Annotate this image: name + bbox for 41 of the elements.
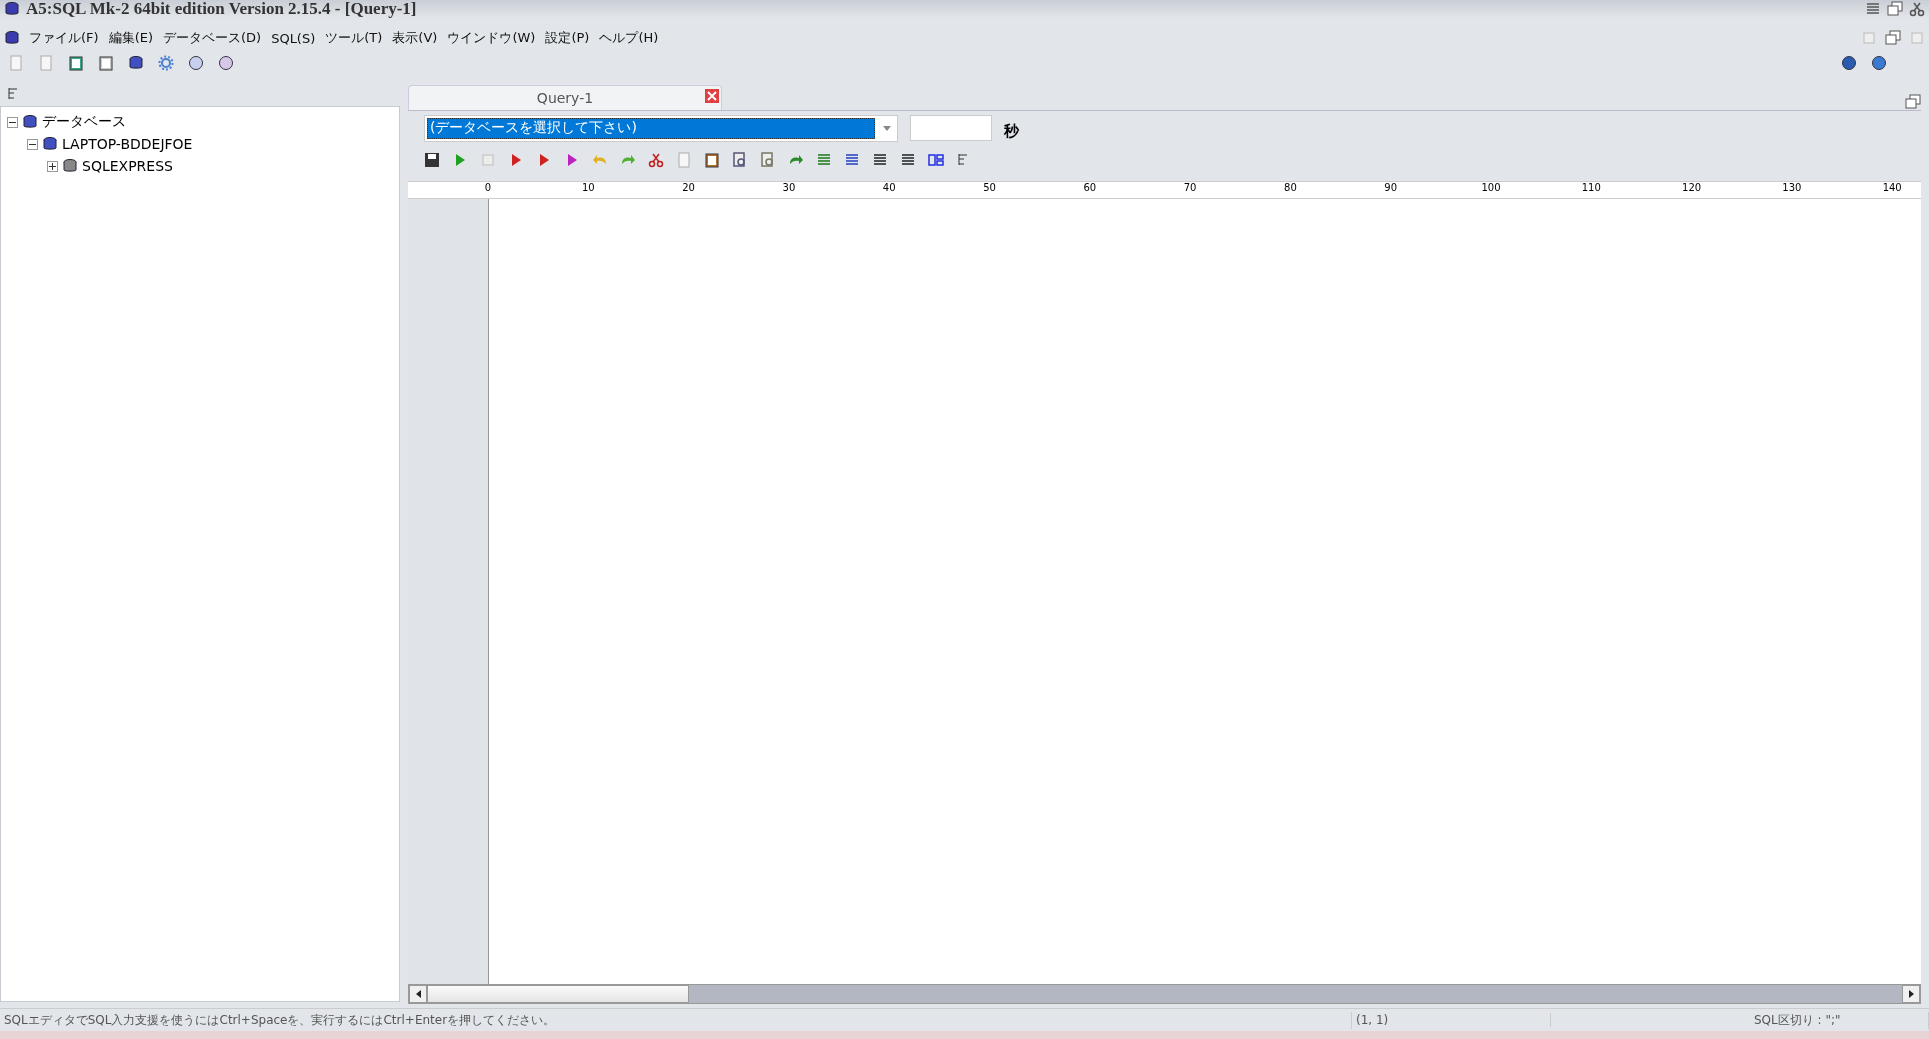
database-select[interactable]: (データベースを選択して下さい) bbox=[424, 114, 898, 142]
windows-icon[interactable] bbox=[1905, 94, 1921, 110]
seconds-label: 秒 bbox=[1004, 121, 1019, 141]
timeout-field[interactable] bbox=[910, 115, 992, 141]
menu-item[interactable]: ツール(T) bbox=[324, 29, 384, 47]
database-icon[interactable] bbox=[62, 158, 78, 174]
cursor-position: (1, 1) bbox=[1352, 1013, 1551, 1027]
dropdown-caret-icon[interactable] bbox=[883, 125, 891, 131]
expand-icon[interactable] bbox=[47, 160, 58, 172]
menu-item[interactable]: 表示(V) bbox=[391, 29, 439, 47]
window-title: A5:SQL Mk-2 64bit edition Version 2.15.4 - [Query-1] bbox=[26, 0, 417, 19]
collapse-icon[interactable] bbox=[7, 116, 18, 128]
ruler: 0 10 20 30 40 50 60 70 80 90 100 110 120 130 140 bbox=[408, 181, 1921, 199]
database-icon[interactable] bbox=[22, 114, 38, 130]
collapse-icon[interactable] bbox=[27, 138, 38, 150]
tree-item[interactable]: LAPTOP-BDDEJFOE bbox=[7, 133, 393, 155]
menu-item[interactable]: ヘルプ(H) bbox=[598, 29, 660, 47]
status-message: SQLエディタでSQL入力支援を使うにはCtrl+Spaceを、実行するにはCtrl+Enterを押してください。 bbox=[0, 1011, 1352, 1029]
scroll-left-icon[interactable] bbox=[415, 990, 421, 998]
tree-item[interactable]: SQLEXPRESS bbox=[7, 155, 393, 177]
menu-item[interactable]: ファイル(F) bbox=[28, 29, 100, 47]
app-logo-icon[interactable] bbox=[4, 30, 20, 46]
save-icon[interactable] bbox=[424, 152, 440, 168]
app-logo-icon[interactable] bbox=[4, 1, 20, 17]
menu-item[interactable]: SQL(S) bbox=[270, 30, 317, 46]
gear-icon[interactable] bbox=[158, 55, 174, 71]
menu-item[interactable]: 編集(E) bbox=[107, 29, 154, 47]
query-tab[interactable]: Query-1 bbox=[408, 85, 722, 110]
tree-item[interactable]: データベース bbox=[7, 111, 393, 133]
menu-item[interactable]: ウインドウ(W) bbox=[446, 29, 537, 47]
database-icon[interactable] bbox=[42, 136, 58, 152]
sql-delimiter: SQL区切り : ";" bbox=[1750, 1011, 1929, 1029]
cut-icon[interactable] bbox=[648, 152, 664, 168]
restore-icon[interactable] bbox=[1885, 30, 1901, 46]
menu-item[interactable]: 設定(P) bbox=[544, 29, 591, 47]
maximize-icon[interactable] bbox=[1887, 1, 1903, 17]
menu-item[interactable]: データベース(D) bbox=[162, 29, 263, 47]
database-icon[interactable] bbox=[128, 55, 144, 71]
boxes-icon[interactable] bbox=[928, 152, 944, 168]
horizontal-scrollbar[interactable] bbox=[408, 984, 1921, 1004]
scroll-right-icon[interactable] bbox=[1908, 990, 1914, 998]
